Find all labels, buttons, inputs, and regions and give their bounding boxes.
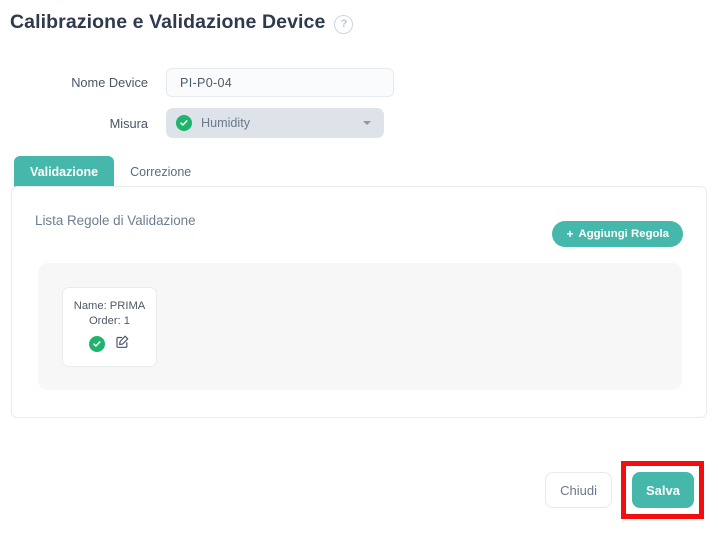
rules-container: Name: PRIMA Order: 1	[38, 263, 682, 390]
check-circle-icon[interactable]	[89, 336, 105, 352]
rules-list-title: Lista Regole di Validazione	[35, 213, 196, 228]
rule-name: Name: PRIMA	[74, 300, 146, 312]
tab-correzione[interactable]: Correzione	[114, 156, 207, 187]
measure-label: Misura	[0, 116, 166, 131]
measure-select[interactable]: Humidity	[166, 108, 384, 138]
form-row-device-name: Nome Device	[0, 68, 718, 97]
form-row-measure: Misura Humidity	[0, 108, 718, 138]
rule-order: Order: 1	[89, 315, 130, 327]
page-header: Calibrazione e Validazione Device ?	[10, 11, 353, 34]
device-name-label: Nome Device	[0, 75, 166, 90]
device-name-input[interactable]	[166, 68, 394, 97]
chevron-down-icon	[363, 121, 371, 125]
panel-header: Lista Regole di Validazione + Aggiungi R…	[12, 187, 706, 249]
measure-select-value: Humidity	[201, 116, 250, 130]
plus-icon: +	[566, 228, 573, 240]
add-rule-button[interactable]: + Aggiungi Regola	[552, 221, 683, 247]
page-title: Calibrazione e Validazione Device	[10, 11, 325, 34]
tab-validazione[interactable]: Validazione	[14, 156, 114, 187]
validation-panel: Lista Regole di Validazione + Aggiungi R…	[11, 186, 707, 418]
rule-actions	[89, 334, 130, 354]
check-circle-icon	[176, 115, 192, 131]
save-button-highlight: Salva	[621, 461, 704, 519]
save-button[interactable]: Salva	[632, 472, 694, 508]
dialog-footer: Chiudi Salva	[545, 461, 704, 519]
close-button[interactable]: Chiudi	[545, 472, 612, 508]
help-circle-icon[interactable]: ?	[334, 15, 353, 34]
rule-card[interactable]: Name: PRIMA Order: 1	[62, 287, 157, 367]
add-rule-button-label: Aggiungi Regola	[579, 228, 670, 240]
device-form: Nome Device Misura Humidity	[0, 68, 718, 149]
edit-square-icon[interactable]	[115, 334, 130, 354]
tab-bar: Validazione Correzione	[14, 156, 207, 187]
